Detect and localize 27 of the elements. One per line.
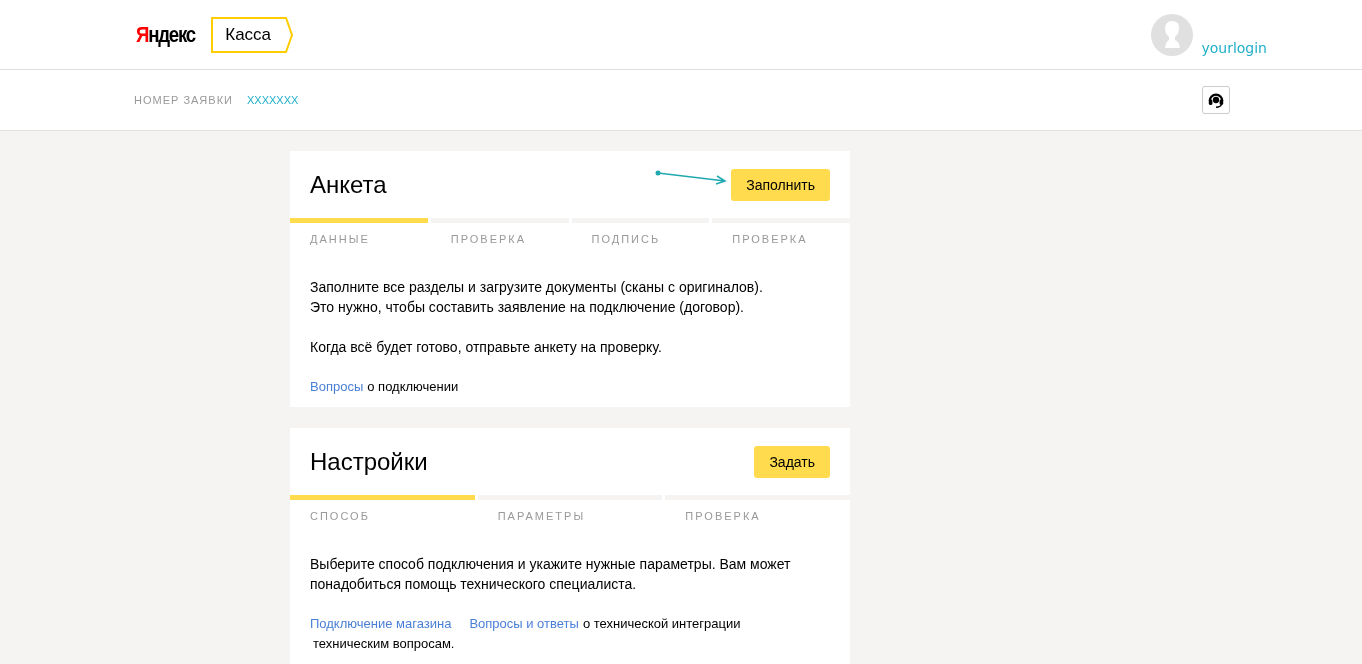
step-label: ДАННЫЕ [309,232,371,245]
step-label: ПРОВЕРКА [684,509,762,522]
step-label: ПРОВЕРКА [449,232,528,245]
card-description: Когда всё будет готово, отправьте анкету на проверку. [310,338,663,357]
card-description: Выберите способ подключения и укажите нужные параметры. Вам может понадобиться помощь технического специалиста. [310,555,792,594]
service-tag[interactable]: Касса [211,16,294,53]
support-button[interactable] [1202,86,1230,114]
application-number-label: НОМЕР ЗАЯВКИ [134,94,233,106]
card-title: Настройки [310,447,428,476]
step-label: ПРОВЕРКА [731,232,809,245]
card-action-button[interactable]: Задать [754,445,830,478]
link-caption: о подключении [367,378,459,396]
step-label: ПАРАМЕТРЫ [496,509,587,522]
card-action-button[interactable]: Заполнить [731,168,830,201]
card-description: Заполните все разделы и загрузите документы (сканы с оригиналов). Это нужно, чтобы составить заявление на подключение (договор). [310,278,764,317]
step-label: СПОСОБ [309,509,371,522]
headset-icon [1207,91,1225,109]
help-link[interactable]: Вопросы [310,377,364,397]
link-caption: техническим вопросам. [313,635,455,653]
user-login-link[interactable]: yourlogin [1201,39,1267,56]
yandex-logo[interactable]: Яндекс [136,21,195,48]
application-number-link[interactable]: XXXXXXX [246,94,299,106]
card-title: Анкета [310,170,387,199]
step-label: ПОДПИСЬ [590,232,662,245]
link-caption: о технической интеграции [582,615,741,633]
help-link[interactable]: Подключение магазина [310,614,452,634]
help-link[interactable]: Вопросы и ответы [469,614,579,634]
